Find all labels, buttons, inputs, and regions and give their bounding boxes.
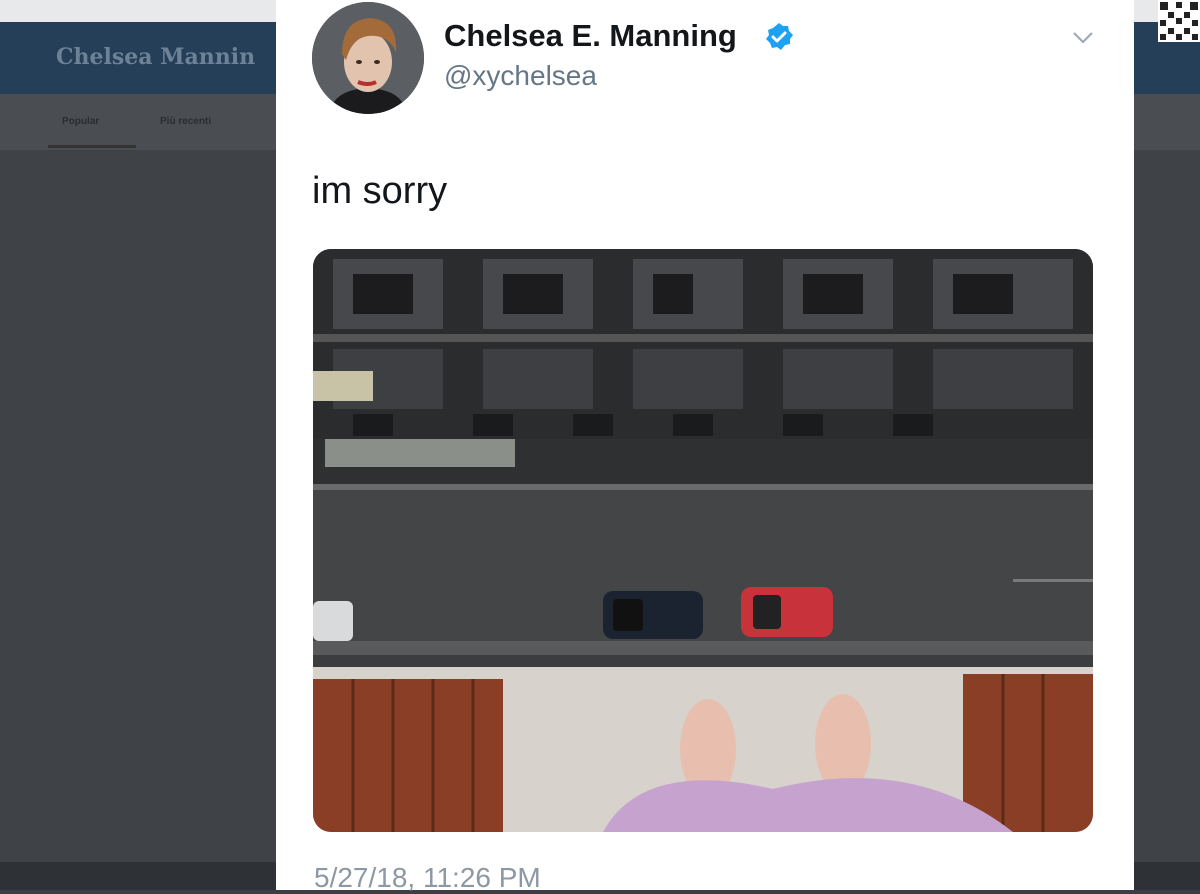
- tweet-card: Chelsea E. Manning @xychelsea im sorry 5…: [276, 0, 1134, 893]
- profile-name-background: Chelsea Mannin: [56, 44, 256, 70]
- user-handle[interactable]: @xychelsea: [444, 60, 597, 92]
- avatar-image: [312, 2, 424, 114]
- nav-tab-popular[interactable]: Popular: [62, 116, 99, 127]
- nav-tab-recent[interactable]: Più recenti: [160, 116, 211, 127]
- pattern-icon: [1158, 0, 1200, 42]
- tweet-text: im sorry: [312, 170, 448, 212]
- tweet-photo[interactable]: [313, 249, 1093, 832]
- chevron-down-icon[interactable]: [1072, 30, 1094, 46]
- verified-badge-icon: [766, 23, 793, 50]
- avatar[interactable]: [312, 2, 424, 114]
- tweet-timestamp[interactable]: 5/27/18, 11:26 PM: [314, 862, 541, 894]
- street-photo-image: [313, 249, 1093, 832]
- nav-active-underline: [48, 145, 136, 148]
- display-name[interactable]: Chelsea E. Manning: [444, 18, 737, 54]
